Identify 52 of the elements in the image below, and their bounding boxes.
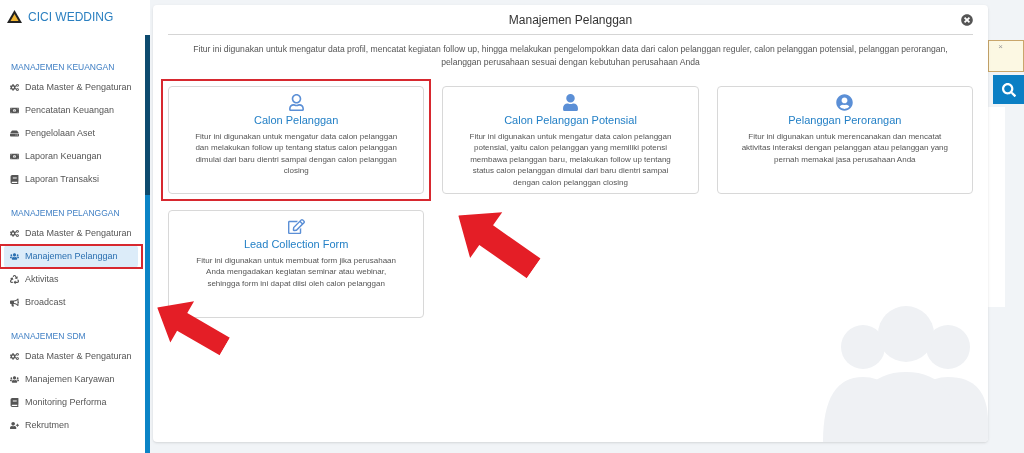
close-icon[interactable] [961,13,973,26]
sidebar-item[interactable]: Pencatatan Keuangan [4,99,138,122]
edit-icon [287,218,305,235]
card-description: Fitur ini digunakan untuk membuat form jika perusahaan Anda mengadakan kegiatan seminar atau webinar, sehingga form ini dapat diisi oleh calon pelanggan [195,254,397,290]
section-heading: MANAJEMEN PELANGGAN [10,206,121,220]
sidebar-item[interactable]: Monitoring Performa [4,391,138,414]
feature-card[interactable]: Calon Pelanggan Fitur ini digunakan untuk mengatur data calon pelanggan dan melakukan follow up tentang status calon pelanggan dimulai dari baru dientri sampai dengan calon pelanggan closing [168,86,425,194]
card-title: Lead Collection Form [243,238,349,252]
recycle-icon [10,275,19,284]
sidebar-item[interactable]: Data Master & Pengaturan [4,222,138,245]
search-button[interactable] [993,75,1024,104]
user-plus-icon [10,421,19,430]
card-description: Fitur ini digunakan untuk merencanakan dan mencatat aktivitas interaksi dengan pelanggan atau pelanggan yang pernah memakai jasa perusahaan Anda [740,130,949,166]
feature-card[interactable]: Lead Collection Form Fitur ini digunakan untuk membuat form jika perusahaan Anda mengadakan kegiatan seminar atau webinar, sehingga form ini dapat diisi oleh calon pelanggan [168,210,425,318]
users-icon [10,252,19,261]
sidebar-item[interactable]: Manajemen Pelanggan [4,245,138,268]
cogs-icon [10,352,19,361]
banknote-icon [10,106,19,115]
card-description: Fitur ini digunakan untuk mengatur data calon pelanggan potensial, yaitu calon pelanggan yang memiliki potensi membawa pelanggan baru, melakukan follow up tentang status calon pelanggan dimulai dari baru dientri sampai dengan calon pelanggan closing [468,130,673,189]
drive-icon [10,129,19,138]
cogs-icon [10,83,19,92]
sidebar-item[interactable]: Laporan Transaksi [4,168,138,191]
sidebar-item[interactable]: Aktivitas [4,268,138,291]
sidebar-item[interactable]: Data Master & Pengaturan [4,345,138,368]
book-icon [10,398,19,407]
sidebar-item[interactable]: Rekrutmen [4,414,138,437]
feature-card[interactable] [442,86,699,194]
users-icon [10,375,19,384]
sidebar-item[interactable]: Manajemen Karyawan [4,368,138,391]
user-icon [287,94,305,111]
book-icon [10,175,19,184]
search-icon [1001,82,1016,97]
user-icon [562,94,579,111]
megaphone-icon [10,298,19,307]
logo-icon [7,10,22,23]
modal-description: Fitur ini digunakan untuk mengatur data profil, mencatat kegiatan follow up, hingga melakukan pengelompokkan data dari calon pelanggan reguler, calon pelanggan potensial, pelanggan perorangan, pelanggan perusahaan sesuai dengan kebutuhan perusahaan Anda [192,43,949,69]
sidebar-item[interactable]: Laporan Keuangan [4,145,138,168]
banknote-icon [10,152,19,161]
card-title: Calon Pelanggan Potensial [504,114,637,128]
brand-name: CICI WEDDING [28,8,114,26]
sidebar-item[interactable]: Broadcast [4,291,138,314]
cogs-icon [10,229,19,238]
feature-card[interactable]: Pelanggan Perorangan Fitur ini digunakan untuk merencanakan dan mencatat aktivitas interaksi dengan pelanggan atau pelanggan yang pernah memakai jasa perusahaan Anda [716,86,973,194]
modal-title: Manajemen Pelanggan [508,11,633,29]
section-heading: MANAJEMEN SDM [10,329,87,343]
scrollbar-thumb[interactable] [145,35,150,195]
card-description: Fitur ini digunakan untuk mengatur data calon pelanggan dan melakukan follow up tentang status calon pelanggan dimulai dari baru dientri sampai dengan calon pelanggan closing [194,130,399,177]
section-heading: MANAJEMEN KEUANGAN [10,60,116,74]
card-title: Pelanggan Perorangan [788,114,902,128]
sidebar-item[interactable]: Pengelolaan Aset [4,122,138,145]
sidebar-item[interactable]: Data Master & Pengaturan [4,76,138,99]
card-title: Calon Pelanggan [253,114,339,128]
